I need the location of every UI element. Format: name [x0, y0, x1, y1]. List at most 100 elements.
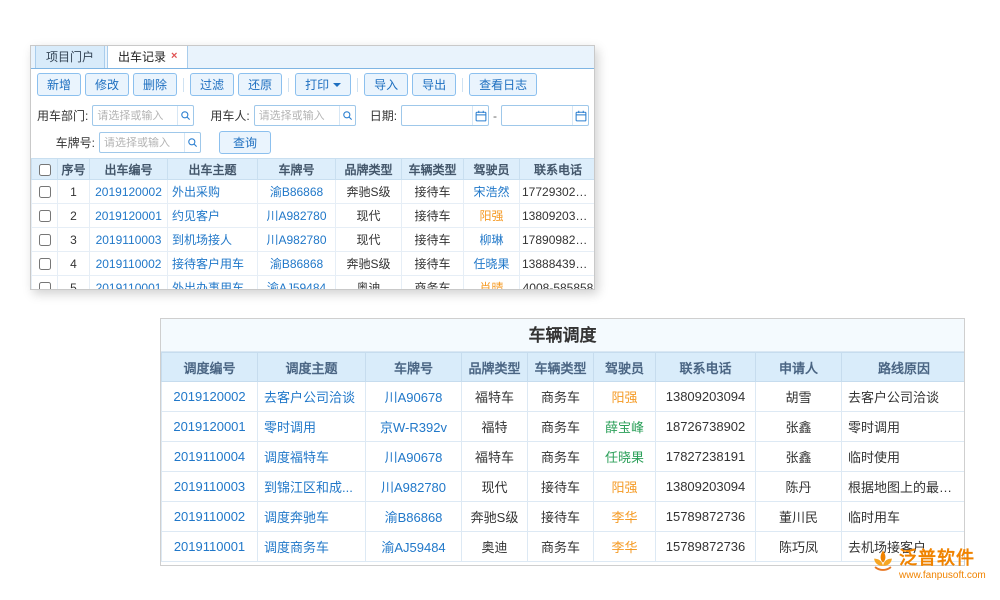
plate-link[interactable]: 渝B86868	[385, 510, 443, 525]
plate-link[interactable]: 川A982780	[381, 480, 446, 495]
column-header[interactable]: 车辆类型	[528, 353, 594, 382]
driver-link[interactable]: 柳琳	[479, 233, 503, 247]
table-row[interactable]: 2019120001 零时调用 京W-R392v 福特 商务车 薛宝峰 1872…	[162, 412, 966, 442]
row-checkbox[interactable]	[39, 210, 51, 222]
subject-link[interactable]: 零时调用	[264, 420, 316, 435]
plate-link[interactable]: 川A90678	[385, 450, 443, 465]
column-header[interactable]: 联系电话	[656, 353, 756, 382]
plate-link[interactable]: 京W-R392v	[380, 420, 447, 435]
table-row[interactable]: 1 2019120002 外出采购 渝B86868 奔驰S级 接待车 宋浩然 1…	[32, 180, 596, 204]
table-row[interactable]: 3 2019110003 到机场接人 川A982780 现代 接待车 柳琳 17…	[32, 228, 596, 252]
toolbar-button-import[interactable]: 导入	[364, 73, 408, 96]
subject-link[interactable]: 约见客户	[172, 209, 220, 223]
subject-link[interactable]: 到锦江区和成...	[264, 480, 353, 495]
dept-filter-input[interactable]	[93, 110, 177, 122]
checkbox-cell[interactable]	[32, 252, 58, 276]
driver-link[interactable]: 李华	[611, 510, 637, 525]
calendar-icon[interactable]	[472, 106, 488, 125]
plate-link[interactable]: 渝B86868	[270, 185, 323, 199]
driver-link[interactable]: 宋浩然	[473, 185, 509, 199]
toolbar-button-export[interactable]: 导出	[412, 73, 456, 96]
date-from-input[interactable]	[402, 110, 472, 122]
column-header[interactable]: 序号	[58, 159, 90, 180]
search-button[interactable]: 查询	[219, 131, 271, 154]
table-row[interactable]: 4 2019110002 接待客户用车 渝B86868 奔驰S级 接待车 任晓果…	[32, 252, 596, 276]
plate-link[interactable]: 川A982780	[266, 233, 326, 247]
toolbar-button-delete[interactable]: 删除	[133, 73, 177, 96]
search-icon[interactable]	[339, 106, 355, 125]
search-icon[interactable]	[177, 106, 193, 125]
driver-link[interactable]: 任晓果	[605, 450, 644, 465]
calendar-icon[interactable]	[572, 106, 588, 125]
dispatch-id-link[interactable]: 2019110002	[174, 509, 245, 524]
dispatch-id-link[interactable]: 2019110003	[174, 479, 245, 494]
table-row[interactable]: 2019110004 调度福特车 川A90678 福特车 商务车 任晓果 178…	[162, 442, 966, 472]
toolbar-button-view-log[interactable]: 查看日志	[469, 73, 537, 96]
toolbar-button-add[interactable]: 新增	[37, 73, 81, 96]
plate-link[interactable]: 川A982780	[266, 209, 326, 223]
column-header[interactable]: 申请人	[756, 353, 842, 382]
driver-link[interactable]: 阳强	[611, 480, 637, 495]
column-header[interactable]: 出车主题	[168, 159, 258, 180]
table-row[interactable]: 5 2019110001 外出办事用车 渝AJ59484 奥迪 商务车 肖晴 4…	[32, 276, 596, 291]
plate-filter-input[interactable]	[100, 137, 184, 149]
column-header[interactable]: 出车编号	[90, 159, 168, 180]
record-id-link[interactable]: 2019110002	[96, 257, 162, 271]
row-checkbox[interactable]	[39, 282, 51, 290]
dispatch-id-link[interactable]: 2019120001	[173, 419, 245, 434]
search-icon[interactable]	[184, 133, 200, 152]
column-header[interactable]: 驾驶员	[464, 159, 520, 180]
toolbar-button-edit[interactable]: 修改	[85, 73, 129, 96]
subject-link[interactable]: 调度福特车	[264, 450, 329, 465]
driver-link[interactable]: 薛宝峰	[605, 420, 644, 435]
plate-link[interactable]: 渝B86868	[270, 257, 323, 271]
table-row[interactable]: 2019110003 到锦江区和成... 川A982780 现代 接待车 阳强 …	[162, 472, 966, 502]
table-row[interactable]: 2019110001 调度商务车 渝AJ59484 奥迪 商务车 李华 1578…	[162, 532, 966, 562]
column-header[interactable]: 调度主题	[258, 353, 366, 382]
plate-link[interactable]: 渝AJ59484	[381, 540, 445, 555]
column-header[interactable]: 车牌号	[366, 353, 462, 382]
driver-link[interactable]: 任晓果	[473, 257, 509, 271]
column-header[interactable]: 驾驶员	[594, 353, 656, 382]
record-id-link[interactable]: 2019110003	[96, 233, 162, 247]
column-header[interactable]: 路线原因	[842, 353, 966, 382]
subject-link[interactable]: 调度商务车	[264, 540, 329, 555]
tab-dispatch-records[interactable]: 出车记录 ×	[107, 45, 188, 68]
driver-link[interactable]: 阳强	[611, 390, 637, 405]
select-all-checkbox[interactable]	[39, 164, 51, 176]
close-tab-icon[interactable]: ×	[171, 51, 177, 62]
toolbar-button-print[interactable]: 打印	[295, 73, 351, 96]
row-checkbox[interactable]	[39, 234, 51, 246]
table-row[interactable]: 2019120002 去客户公司洽谈 川A90678 福特车 商务车 阳强 13…	[162, 382, 966, 412]
row-checkbox[interactable]	[39, 258, 51, 270]
row-checkbox[interactable]	[39, 186, 51, 198]
column-header[interactable]: 调度编号	[162, 353, 258, 382]
plate-link[interactable]: 渝AJ59484	[267, 281, 326, 290]
tab-project-portal[interactable]: 项目门户	[35, 45, 105, 68]
checkbox-cell[interactable]	[32, 204, 58, 228]
record-id-link[interactable]: 2019120002	[95, 185, 162, 199]
column-header[interactable]: 联系电话	[520, 159, 596, 180]
driver-link[interactable]: 阳强	[479, 209, 503, 223]
record-id-link[interactable]: 2019110001	[96, 281, 162, 291]
column-header[interactable]: 品牌类型	[462, 353, 528, 382]
column-header[interactable]: 品牌类型	[336, 159, 402, 180]
subject-link[interactable]: 去客户公司洽谈	[264, 390, 355, 405]
column-header[interactable]: 车辆类型	[402, 159, 464, 180]
plate-link[interactable]: 川A90678	[385, 390, 443, 405]
dispatch-id-link[interactable]: 2019110004	[174, 449, 245, 464]
subject-link[interactable]: 到机场接人	[172, 233, 232, 247]
checkbox-cell[interactable]	[32, 228, 58, 252]
toolbar-button-filter[interactable]: 过滤	[190, 73, 234, 96]
toolbar-button-restore[interactable]: 还原	[238, 73, 282, 96]
driver-link[interactable]: 李华	[611, 540, 637, 555]
subject-link[interactable]: 外出办事用车	[172, 281, 244, 290]
user-filter-input[interactable]	[255, 110, 339, 122]
subject-link[interactable]: 调度奔驰车	[264, 510, 329, 525]
subject-link[interactable]: 外出采购	[172, 185, 220, 199]
record-id-link[interactable]: 2019120001	[95, 209, 162, 223]
logo-url[interactable]: www.fanpusoft.com	[899, 570, 986, 581]
subject-link[interactable]: 接待客户用车	[172, 257, 244, 271]
checkbox-cell[interactable]	[32, 180, 58, 204]
driver-link[interactable]: 肖晴	[479, 281, 503, 290]
